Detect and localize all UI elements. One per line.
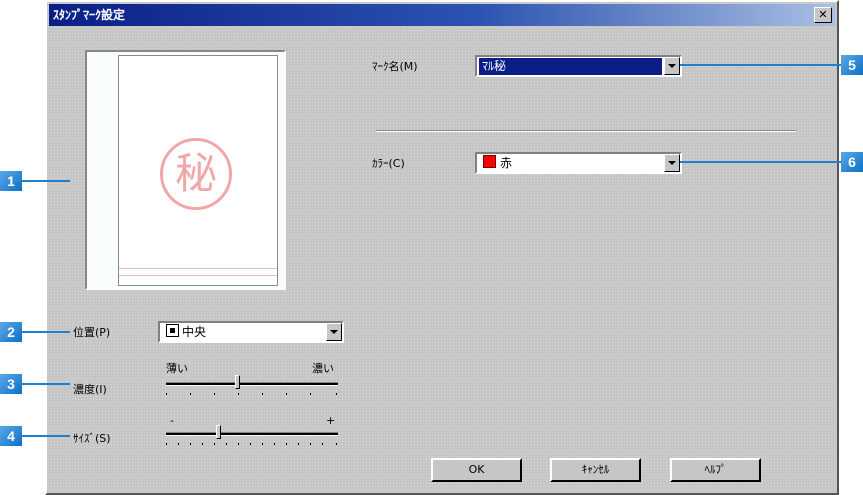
callout-2: 2: [0, 322, 22, 342]
callout-6-leader: [680, 161, 841, 163]
density-thumb[interactable]: [235, 375, 240, 389]
ok-button[interactable]: OK: [431, 458, 522, 482]
callout-4: 4: [0, 426, 22, 446]
callout-3-leader: [22, 383, 70, 385]
position-icon: [166, 324, 179, 337]
color-label: ｶﾗｰ(C): [372, 157, 405, 170]
dialog-titlebar: ｽﾀﾝﾌﾟﾏｰｸ設定 ✕: [49, 4, 835, 26]
paper-footer-line: [119, 268, 277, 269]
density-max-label: 濃い: [312, 362, 334, 375]
size-label: ｻｲｽﾞ(S): [73, 432, 111, 445]
color-value: 赤: [500, 156, 513, 170]
section-divider: [376, 130, 796, 132]
size-ticks: [166, 443, 338, 446]
callout-2-leader: [22, 331, 70, 333]
callout-3: 3: [0, 374, 22, 394]
mark-name-select[interactable]: ﾏﾙ秘: [475, 55, 682, 77]
callout-6: 6: [841, 152, 863, 172]
paper-footer-line: [119, 275, 277, 276]
cancel-button[interactable]: ｷｬﾝｾﾙ: [550, 458, 641, 482]
density-label: 濃度(I): [73, 383, 107, 396]
color-swatch: [483, 155, 496, 168]
position-value: 中央: [182, 325, 207, 339]
mark-name-label: ﾏｰｸ名(M): [372, 60, 418, 73]
density-slider[interactable]: [166, 375, 338, 399]
stamp-mark-preview: 秘: [160, 138, 232, 210]
callout-5: 5: [841, 55, 863, 75]
mark-name-value: ﾏﾙ秘: [479, 58, 662, 75]
callout-4-leader: [22, 435, 70, 437]
density-min-label: 薄い: [166, 362, 188, 375]
callout-1: 1: [0, 171, 22, 191]
mark-name-dropdown-button[interactable]: [664, 57, 680, 75]
position-label: 位置(P): [73, 326, 111, 339]
dialog-title: ｽﾀﾝﾌﾟﾏｰｸ設定: [53, 8, 126, 22]
close-button[interactable]: ✕: [814, 7, 832, 23]
size-thumb[interactable]: [216, 425, 221, 439]
color-dropdown-button[interactable]: [664, 154, 680, 172]
size-slider[interactable]: [166, 425, 338, 449]
color-select[interactable]: 赤: [475, 152, 682, 174]
callout-5-leader: [680, 64, 841, 66]
density-ticks: [166, 393, 338, 396]
help-button[interactable]: ﾍﾙﾌﾟ: [670, 458, 761, 482]
preview-paper: 秘: [118, 55, 278, 286]
stamp-preview: 秘: [85, 50, 286, 290]
size-track: [166, 432, 338, 436]
position-dropdown-button[interactable]: [326, 323, 342, 341]
density-track: [166, 382, 338, 386]
position-select[interactable]: 中央: [158, 321, 344, 343]
callout-1-leader: [22, 180, 70, 182]
